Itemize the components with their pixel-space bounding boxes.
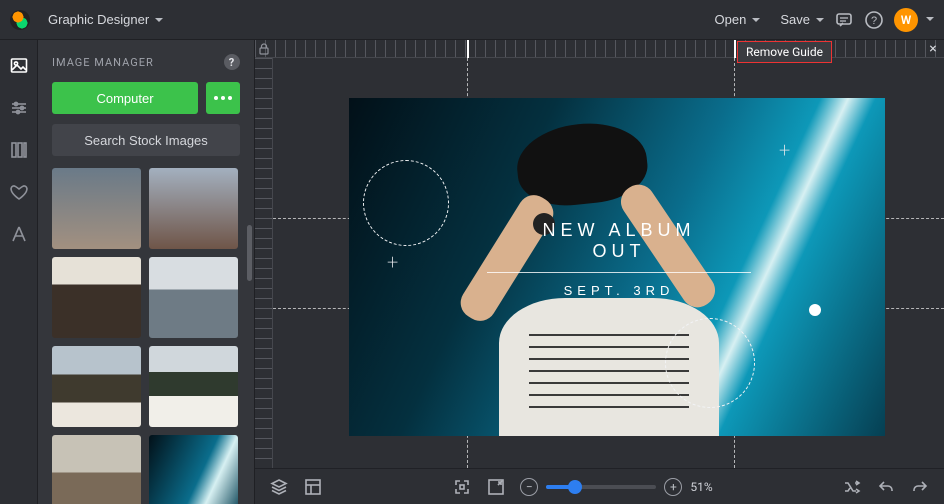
decoration-dot — [809, 304, 821, 316]
text-sub: SEPT. 3RD — [487, 283, 751, 298]
thumb-item[interactable] — [52, 435, 141, 504]
fit-screen-icon[interactable] — [452, 477, 472, 497]
top-app-bar: Graphic Designer Open Save ? W — [0, 0, 944, 40]
search-stock-button[interactable]: Search Stock Images — [52, 124, 240, 156]
zoom-slider-fill — [546, 485, 570, 489]
stock-label: Search Stock Images — [84, 133, 208, 148]
image-manager-panel: IMAGE MANAGER ? Computer Search Stock Im… — [38, 40, 255, 504]
section-name-label: Graphic Designer — [48, 12, 149, 27]
zoom-out-button[interactable]: − — [520, 478, 538, 496]
avatar-initial: W — [901, 13, 912, 27]
upload-label: Computer — [96, 91, 153, 106]
help-icon[interactable]: ? — [864, 10, 884, 30]
canvas-layout-icon[interactable] — [303, 477, 323, 497]
panel-header: IMAGE MANAGER ? — [38, 40, 254, 82]
user-avatar[interactable]: W — [894, 8, 918, 32]
thumb-item[interactable] — [52, 346, 141, 427]
zoom-controls: − + 51% — [520, 478, 712, 496]
layers-icon[interactable] — [269, 477, 289, 497]
text-line1: NEW ALBUM — [542, 220, 695, 240]
zoom-slider-thumb[interactable] — [568, 480, 582, 494]
workspace: + + NEW ALBUM OUT SEPT. 3RD — [255, 58, 944, 468]
upload-computer-button[interactable]: Computer — [52, 82, 198, 114]
left-tool-strip — [0, 40, 38, 504]
open-menu[interactable]: Open — [705, 6, 771, 33]
thumb-item[interactable] — [52, 257, 141, 338]
tool-heart[interactable] — [9, 182, 29, 202]
zoom-in-button[interactable]: + — [664, 478, 682, 496]
zoom-slider[interactable] — [546, 485, 656, 489]
mode-dropdown[interactable]: Graphic Designer — [38, 6, 173, 33]
canvas-text-block[interactable]: NEW ALBUM OUT SEPT. 3RD — [487, 220, 751, 298]
thumb-item[interactable] — [149, 257, 238, 338]
ruler-guide-marker[interactable] — [467, 40, 469, 58]
ruler-horizontal[interactable]: × Remove Guide — [255, 40, 944, 58]
plus-icon: + — [387, 250, 398, 274]
main-layout: IMAGE MANAGER ? Computer Search Stock Im… — [0, 40, 944, 504]
svg-text:?: ? — [871, 15, 877, 27]
panel-body: Computer Search Stock Images — [38, 82, 254, 504]
save-menu[interactable]: Save — [770, 6, 834, 33]
undo-icon[interactable] — [876, 477, 896, 497]
redo-icon[interactable] — [910, 477, 930, 497]
app-logo — [10, 10, 30, 30]
thumb-item[interactable] — [149, 168, 238, 249]
chat-icon[interactable] — [834, 10, 854, 30]
open-label: Open — [715, 12, 747, 27]
thumb-item[interactable] — [149, 435, 238, 504]
plus-icon: + — [779, 138, 790, 162]
text-line2: OUT — [593, 241, 646, 261]
bottom-bar: − + 51% — [255, 468, 944, 504]
thumb-item[interactable] — [52, 168, 141, 249]
artboard[interactable]: + + NEW ALBUM OUT SEPT. 3RD — [349, 98, 885, 436]
remove-guide-label: Remove Guide — [746, 45, 823, 59]
panel-help-icon[interactable]: ? — [224, 54, 240, 70]
thumb-item[interactable] — [149, 346, 238, 427]
upload-row: Computer — [52, 82, 240, 114]
panel-scrollbar[interactable] — [247, 225, 252, 281]
canvas-stage[interactable]: + + NEW ALBUM OUT SEPT. 3RD — [273, 58, 944, 468]
dots-icon — [214, 96, 232, 100]
panel-title: IMAGE MANAGER — [52, 56, 154, 69]
zoom-percentage: 51% — [690, 480, 712, 494]
ruler-vertical[interactable] — [255, 58, 273, 468]
shuffle-icon[interactable] — [842, 477, 862, 497]
upload-more-button[interactable] — [206, 82, 240, 114]
close-ruler-icon[interactable]: × — [926, 42, 940, 56]
save-label: Save — [780, 12, 810, 27]
tool-adjust[interactable] — [9, 98, 29, 118]
thumbnail-grid — [52, 168, 240, 504]
decoration-circle — [363, 160, 449, 246]
tool-image[interactable] — [9, 56, 29, 76]
fullscreen-icon[interactable] — [486, 477, 506, 497]
ruler-guide-marker[interactable] — [734, 40, 736, 58]
decoration-circle — [665, 318, 755, 408]
tool-text[interactable] — [9, 224, 29, 244]
canvas-area: × Remove Guide — [255, 40, 944, 504]
topbar-right: ? W — [834, 8, 934, 32]
remove-guide-menu[interactable]: Remove Guide — [737, 41, 832, 63]
lock-icon — [257, 42, 271, 56]
tool-layout[interactable] — [9, 140, 29, 160]
user-menu-chevron-icon[interactable] — [924, 12, 934, 27]
